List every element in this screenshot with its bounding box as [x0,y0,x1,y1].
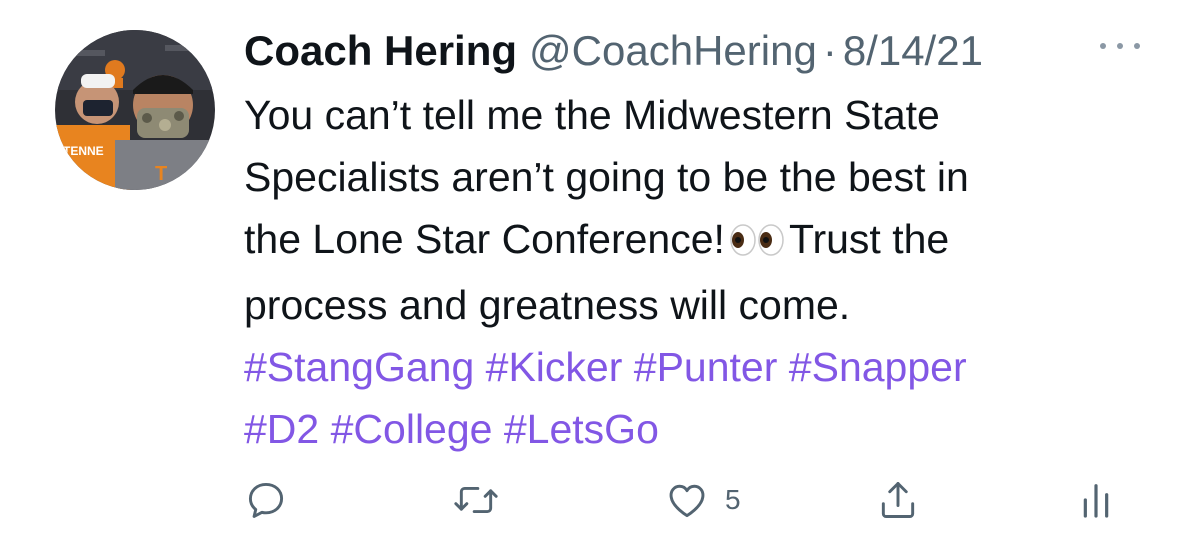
tweet-text-segment: the Lone Star Conference! [244,216,725,262]
avatar-image: TENNE T [55,30,215,190]
header-separator: · [822,27,837,74]
hashtag-link[interactable]: #College [331,406,493,452]
hashtag-link[interactable]: #D2 [244,406,319,452]
hashtag-link[interactable]: #LetsGo [504,406,659,452]
tweet-content: Coach Hering @CoachHering · 8/14/21 You … [244,22,1144,460]
share-icon [881,482,915,518]
hashtags-line: #D2 #College #LetsGo [244,398,1114,460]
tweet-actions: 5 [0,478,1200,522]
more-dot-icon [1134,43,1140,49]
tweet-date[interactable]: 8/14/21 [843,22,983,80]
retweet-button[interactable] [452,478,500,522]
tweet[interactable]: TENNE T Coach Hering @CoachHering · 8/14… [0,0,1200,545]
avatar[interactable]: TENNE T [55,30,215,190]
hashtag-link[interactable]: #Snapper [789,344,967,390]
hashtag-link[interactable]: #Kicker [486,344,623,390]
eyes-emoji-icon [729,212,785,274]
more-options-button[interactable] [1100,36,1140,56]
more-dot-icon [1100,43,1106,49]
more-dot-icon [1117,43,1123,49]
tweet-text-segment: Trust the [788,216,950,262]
hashtag-link[interactable]: #Punter [634,344,778,390]
tweet-text-line: Specialists aren’t going to be the best … [244,154,969,200]
heart-icon [669,484,705,518]
hashtags-line: #StangGang #Kicker #Punter #Snapper [244,336,1114,398]
share-button[interactable] [876,478,920,522]
analytics-icon [1083,484,1109,518]
author-display-name[interactable]: Coach Hering [244,22,517,80]
author-handle[interactable]: @CoachHering [529,22,817,80]
tweet-text: You can’t tell me the Midwestern State S… [244,84,1114,460]
tweet-text-line: You can’t tell me the Midwestern State [244,92,940,138]
retweet-icon [454,486,498,514]
reply-button[interactable] [244,478,288,522]
reply-icon [248,482,284,518]
svg-text:T: T [155,163,167,185]
tweet-text-line: the Lone Star Conference! Trust the [244,208,1114,274]
like-count: 5 [725,484,741,515]
like-button[interactable]: 5 [665,478,741,522]
tweet-header: Coach Hering @CoachHering · 8/14/21 [244,22,1144,80]
hashtag-link[interactable]: #StangGang [244,344,474,390]
tweet-text-line: process and greatness will come. [244,282,851,328]
svg-text:TENNE: TENNE [63,144,104,158]
analytics-button[interactable] [1080,478,1112,522]
